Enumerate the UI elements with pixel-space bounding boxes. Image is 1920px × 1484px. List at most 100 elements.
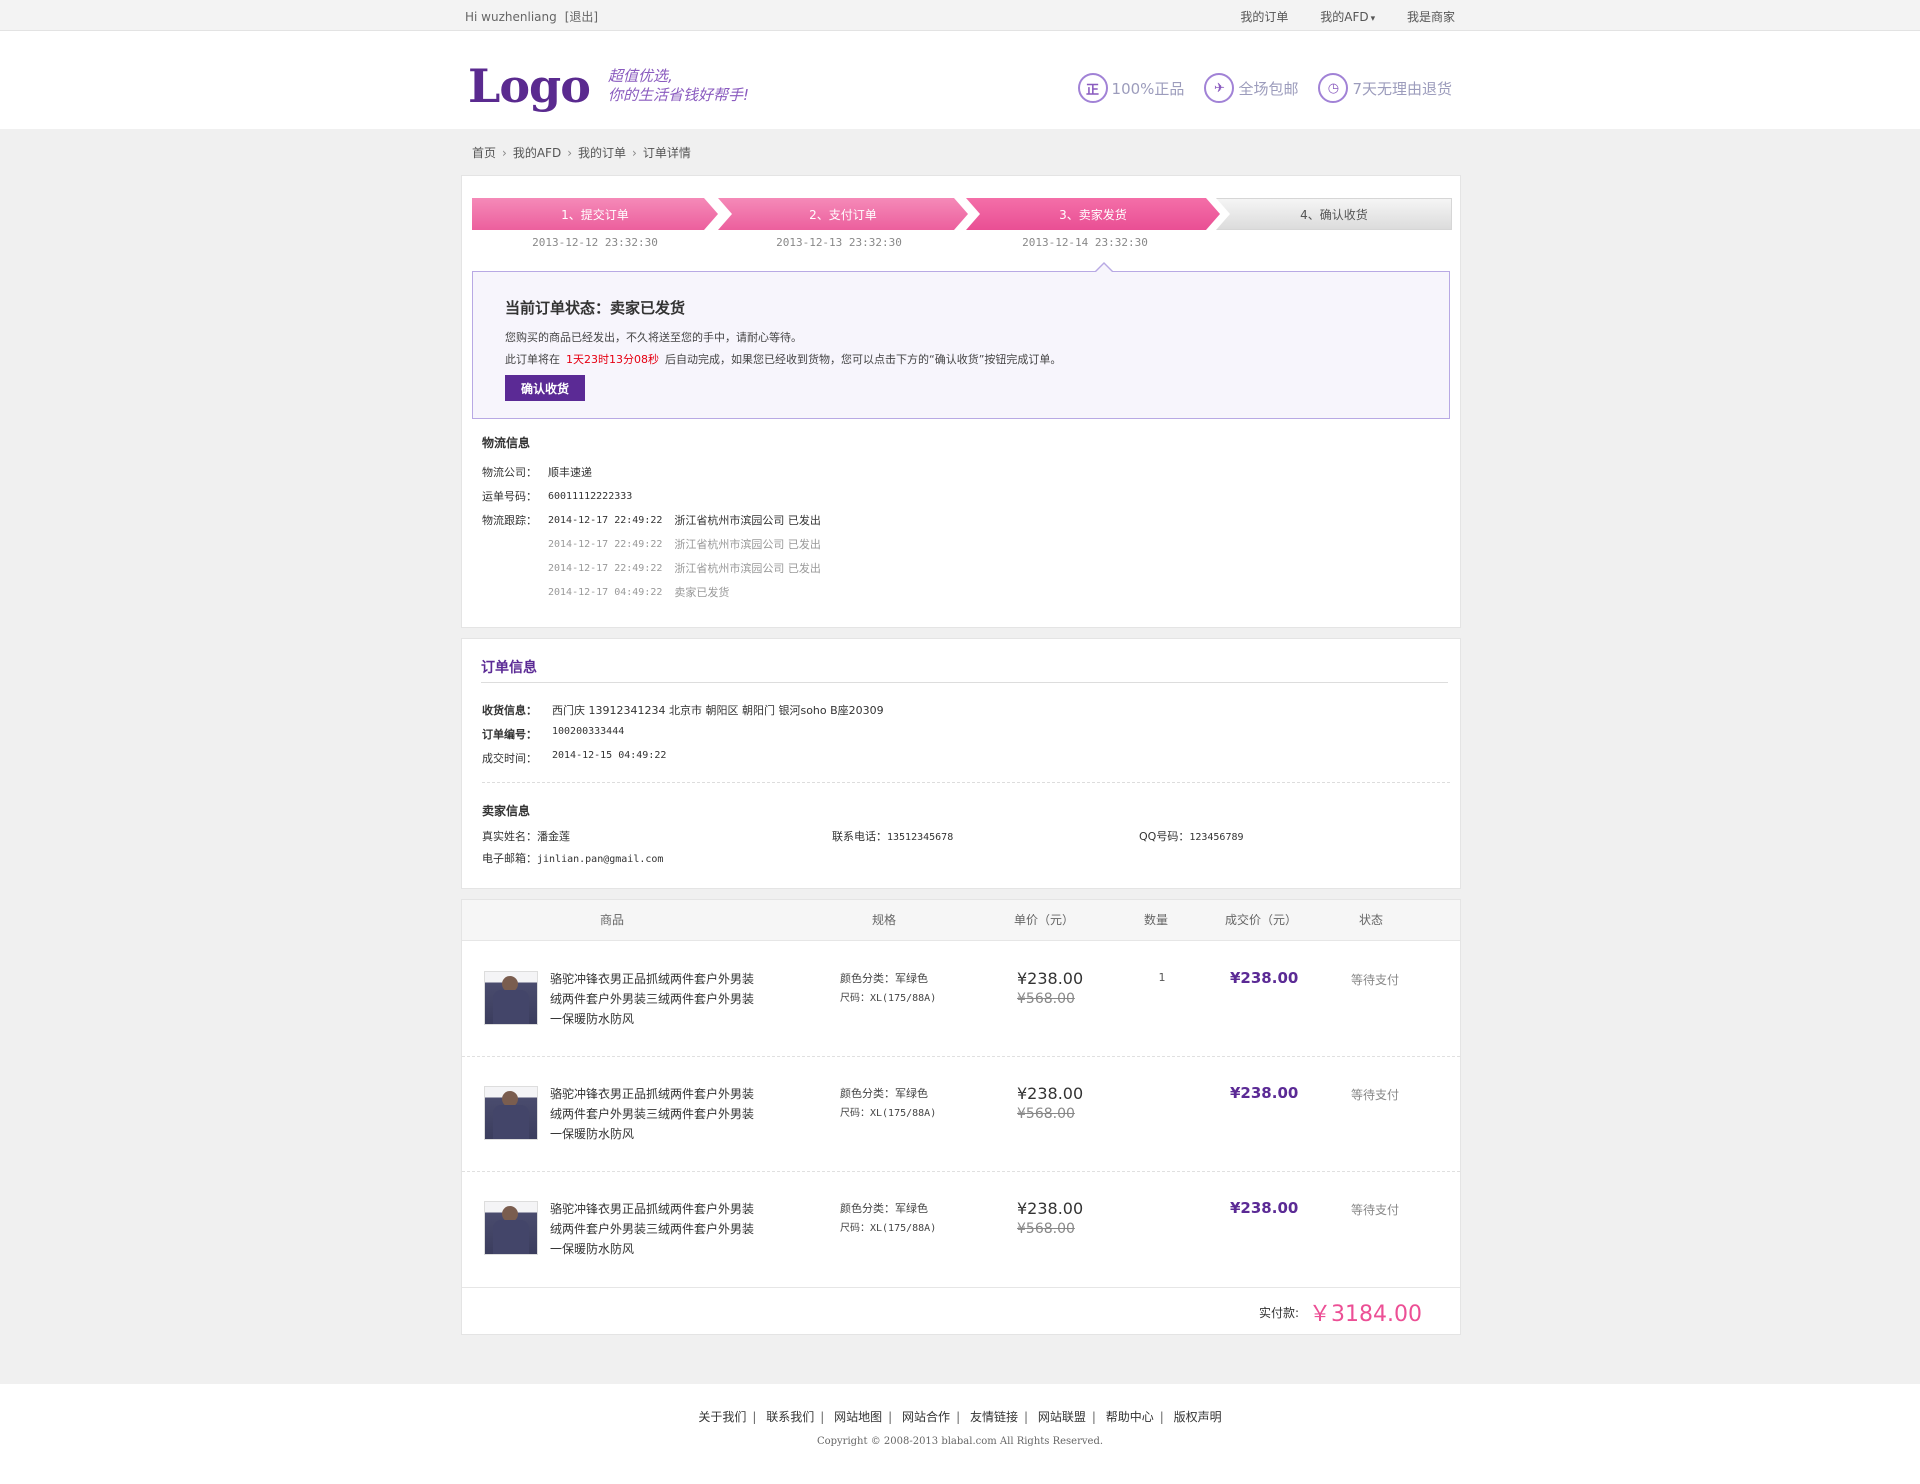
track-row: 2014-12-17 22:49:22 浙江省杭州市滨园公司 已发出 bbox=[482, 557, 821, 581]
product-name[interactable]: 骆驼冲锋衣男正品抓绒两件套户外男装绒两件套户外男装三绒两件套户外男装一保暖防水防… bbox=[550, 969, 765, 1029]
countdown-suffix: 后自动完成，如果您已经收到货物，您可以点击下方的“确认收货”按钮完成订单。 bbox=[665, 353, 1062, 366]
order-info-panel: 订单信息 收货信息： 西门庆 13912341234 北京市 朝阳区 朝阳门 银河… bbox=[461, 638, 1461, 889]
total-payment: 实付款: ￥3184.00 bbox=[1259, 1296, 1422, 1328]
badge-authentic-label: 100%正品 bbox=[1111, 79, 1185, 98]
step-submit: 1、提交订单 bbox=[472, 198, 718, 230]
badge-free-shipping-label: 全场包邮 bbox=[1238, 79, 1299, 98]
footer-link-friends[interactable]: 友情链接 bbox=[970, 1410, 1018, 1424]
status-box: 当前订单状态：卖家已发货 您购买的商品已经发出，不久将送至您的手中，请耐心等待。… bbox=[472, 262, 1450, 419]
seller-email: jinlian.pan@gmail.com bbox=[537, 854, 664, 865]
step-pay-date: 2013-12-13 23:32:30 bbox=[776, 236, 902, 249]
footer-link-alliance[interactable]: 网站联盟 bbox=[1038, 1410, 1086, 1424]
site-logo[interactable]: Logo bbox=[468, 59, 591, 113]
chevron-right-icon: › bbox=[567, 146, 572, 160]
order-items-panel: 商品 规格 单价（元） 数量 成交价（元） 状态 骆驼冲锋衣男正品抓绒两件套户外… bbox=[461, 899, 1461, 1335]
col-quantity: 数量 bbox=[1144, 913, 1169, 927]
deal-price: ¥238.00 bbox=[1230, 1084, 1299, 1102]
status-countdown-message: 此订单将在 1天23时13分08秒 后自动完成，如果您已经收到货物，您可以点击下方的… bbox=[505, 351, 1061, 367]
step-ship: 3、卖家发货 bbox=[966, 198, 1220, 230]
footer-link-about[interactable]: 关于我们 bbox=[698, 1410, 746, 1424]
chevron-right-icon: › bbox=[632, 146, 637, 160]
order-progress: 1、提交订单 2、支付订单 3、卖家发货 4、确认收货 bbox=[472, 198, 1452, 230]
product-spec: 颜色分类：军绿色 尺码：XL(175/88A) bbox=[840, 972, 937, 1004]
slogan-line1: 超值优选, bbox=[608, 67, 673, 85]
total-row: 实付款: ￥3184.00 bbox=[462, 1288, 1460, 1334]
breadcrumb-order-detail: 订单详情 bbox=[642, 146, 691, 160]
col-spec: 规格 bbox=[872, 913, 897, 927]
track-time: 2014-12-17 22:49:22 bbox=[548, 563, 663, 574]
chevron-right-icon: › bbox=[502, 146, 507, 160]
receiver-info: 西门庆 13912341234 北京市 朝阳区 朝阳门 银河soho B座203… bbox=[552, 704, 884, 717]
deal-time-row: 成交时间： 2014-12-15 04:49:22 bbox=[482, 750, 667, 765]
logistics-info: 物流信息 物流公司： 顺丰速递 运单号码： 60011112222333 物流跟踪：… bbox=[482, 434, 821, 605]
unit-price: ¥238.00 bbox=[1017, 969, 1084, 988]
footer-link-copyright[interactable]: 版权声明 bbox=[1174, 1410, 1222, 1424]
divider bbox=[482, 782, 1450, 783]
table-row: 骆驼冲锋衣男正品抓绒两件套户外男装绒两件套户外男装三绒两件套户外男装一保暖防水防… bbox=[462, 1056, 1460, 1172]
breadcrumb: 首页 › 我的AFD › 我的订单 › 订单详情 bbox=[472, 144, 691, 161]
logout-link[interactable]: [退出] bbox=[565, 10, 598, 24]
breadcrumb-my-orders[interactable]: 我的订单 bbox=[578, 146, 626, 160]
track-text: 浙江省杭州市滨园公司 已发出 bbox=[674, 538, 821, 551]
track-time: 2014-12-17 22:49:22 bbox=[548, 539, 663, 550]
greeting: Hi wuzhenliang [退出] bbox=[465, 8, 606, 25]
free-shipping-icon: ✈ bbox=[1204, 73, 1235, 103]
nav-my-orders[interactable]: 我的订单 bbox=[1240, 10, 1288, 24]
col-unit-price: 单价（元） bbox=[1014, 913, 1075, 927]
product-thumbnail[interactable] bbox=[484, 971, 538, 1025]
footer-link-cooperation[interactable]: 网站合作 bbox=[902, 1410, 950, 1424]
footer-link-contact[interactable]: 联系我们 bbox=[766, 1410, 814, 1424]
seller-name: 潘金莲 bbox=[537, 830, 570, 843]
order-number-row: 订单编号： 100200333444 bbox=[482, 726, 625, 741]
track-row: 物流跟踪： 2014-12-17 22:49:22 浙江省杭州市滨园公司 已发出 bbox=[482, 509, 821, 533]
item-status: 等待支付 bbox=[1351, 1203, 1400, 1217]
original-price: ¥568.00 bbox=[1017, 1221, 1075, 1237]
nav-my-afd[interactable]: 我的AFD ▾ bbox=[1320, 10, 1375, 24]
order-number: 100200333444 bbox=[552, 726, 625, 737]
track-text: 卖家已发货 bbox=[674, 586, 730, 599]
badge-return: ◷ 7天无理由退货 bbox=[1318, 73, 1452, 103]
track-row: 2014-12-17 04:49:22 卖家已发货 bbox=[482, 581, 821, 605]
col-deal-price: 成交价（元） bbox=[1225, 913, 1298, 927]
countdown-timer: 1天23时13分08秒 bbox=[566, 353, 659, 366]
step-submit-date: 2013-12-12 23:32:30 bbox=[532, 236, 658, 249]
breadcrumb-home[interactable]: 首页 bbox=[472, 146, 496, 160]
unit-price: ¥238.00 bbox=[1017, 1084, 1084, 1103]
unit-price: ¥238.00 bbox=[1017, 1199, 1084, 1218]
order-status-panel: 1、提交订单 2、支付订单 3、卖家发货 4、确认收货 2013-12-12 2… bbox=[461, 175, 1461, 628]
status-title: 当前订单状态：卖家已发货 bbox=[505, 299, 686, 317]
total-label: 实付款: bbox=[1258, 1305, 1300, 1320]
badge-return-label: 7天无理由退货 bbox=[1352, 79, 1452, 98]
top-nav: 我的订单 我的AFD ▾ 我是商家 bbox=[1212, 8, 1455, 25]
logistics-company: 顺丰速递 bbox=[548, 466, 592, 479]
step-pay: 2、支付订单 bbox=[718, 198, 968, 230]
product-name[interactable]: 骆驼冲锋衣男正品抓绒两件套户外男装绒两件套户外男装三绒两件套户外男装一保暖防水防… bbox=[550, 1199, 765, 1259]
product-thumbnail[interactable] bbox=[484, 1201, 538, 1255]
seller-qq-row: QQ号码：123456789 bbox=[1139, 830, 1244, 843]
deal-price: ¥238.00 bbox=[1230, 1199, 1299, 1217]
breadcrumb-my-afd[interactable]: 我的AFD bbox=[513, 146, 561, 160]
slogan-line2: 你的生活省钱好帮手! bbox=[608, 86, 750, 104]
original-price: ¥568.00 bbox=[1017, 1106, 1075, 1122]
receiver-row: 收货信息： 西门庆 13912341234 北京市 朝阳区 朝阳门 银河soho … bbox=[482, 704, 884, 717]
site-header: Logo 超值优选, 你的生活省钱好帮手! 正 100%正品 ✈ 全场包邮 ◷ … bbox=[0, 31, 1920, 129]
service-badges: 正 100%正品 ✈ 全场包邮 ◷ 7天无理由退货 bbox=[1077, 73, 1452, 103]
copyright: Copyright © 2008-2013 blabal.com All Rig… bbox=[816, 1436, 1104, 1447]
waybill-row: 运单号码： 60011112222333 bbox=[482, 485, 821, 509]
track-text: 浙江省杭州市滨园公司 已发出 bbox=[674, 562, 821, 575]
footer-link-help[interactable]: 帮助中心 bbox=[1106, 1410, 1154, 1424]
confirm-receipt-button[interactable]: 确认收货 bbox=[505, 375, 585, 401]
order-info-title: 订单信息 bbox=[481, 660, 537, 676]
table-row: 骆驼冲锋衣男正品抓绒两件套户外男装绒两件套户外男装三绒两件套户外男装一保暖防水防… bbox=[462, 941, 1460, 1057]
badge-authentic: 正 100%正品 bbox=[1077, 73, 1185, 103]
original-price: ¥568.00 bbox=[1017, 991, 1075, 1007]
slogan: 超值优选, 你的生活省钱好帮手! bbox=[608, 67, 749, 105]
logistics-title: 物流信息 bbox=[482, 436, 531, 450]
col-status: 状态 bbox=[1359, 913, 1384, 927]
total-amount: ￥3184.00 bbox=[1309, 1302, 1422, 1327]
footer-link-sitemap[interactable]: 网站地图 bbox=[834, 1410, 882, 1424]
product-thumbnail[interactable] bbox=[484, 1086, 538, 1140]
nav-seller[interactable]: 我是商家 bbox=[1407, 10, 1455, 24]
product-name[interactable]: 骆驼冲锋衣男正品抓绒两件套户外男装绒两件套户外男装三绒两件套户外男装一保暖防水防… bbox=[550, 1084, 765, 1144]
top-bar: Hi wuzhenliang [退出] 我的订单 我的AFD ▾ 我是商家 bbox=[0, 0, 1920, 31]
